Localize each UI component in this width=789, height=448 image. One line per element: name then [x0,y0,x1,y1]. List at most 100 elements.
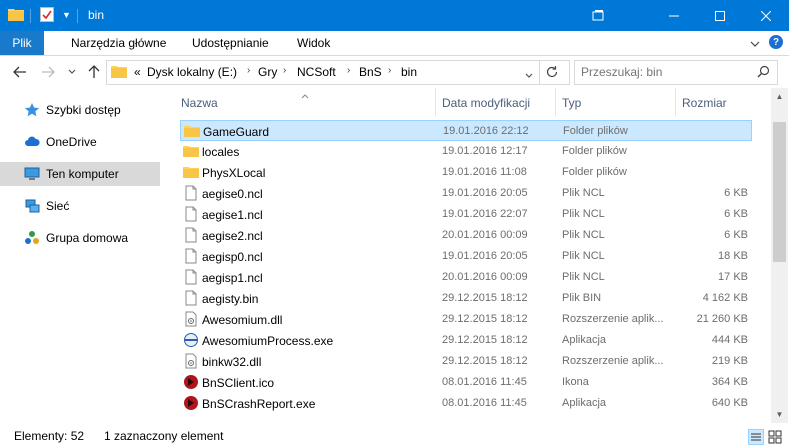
expand-ribbon-icon[interactable] [750,37,760,51]
file-row[interactable]: aegisp1.ncl 20.01.2016 00:09 Plik NCL 17 KB [180,267,752,288]
ribbon-tabs: Plik Narzędzia główne Udostępnianie Wido… [0,31,789,56]
breadcrumb-separator-icon[interactable]: › [247,65,250,76]
search-box[interactable] [574,60,778,85]
navigation-pane: Szybki dostęp OneDrive Ten komputer Sieć… [0,88,168,423]
snap-icon[interactable] [592,9,604,21]
bns-icon [183,374,199,390]
file-row[interactable]: BnSClient.ico 08.01.2016 11:45 Ikona 364 KB [180,372,752,393]
breadcrumb-separator-icon[interactable]: › [347,65,350,76]
column-size[interactable]: Rozmiar [682,96,727,110]
file-date: 29.12.2015 18:12 [442,313,528,325]
column-headers: Nazwa Data modyfikacji Typ Rozmiar [170,88,770,116]
folder-icon [183,164,199,180]
nav-item-quick-access[interactable]: Szybki dostęp [0,98,160,122]
minimize-button[interactable] [651,0,697,31]
navigation-bar: « Dysk lokalny (E:) › Gry › NCSoft › BnS… [0,56,789,88]
column-type[interactable]: Typ [562,96,581,110]
recent-locations-button[interactable] [64,64,80,80]
column-divider[interactable] [675,88,676,116]
file-name: binkw32.dll [202,355,262,369]
separator [30,9,31,23]
file-row[interactable]: AwesomiumProcess.exe 29.12.2015 18:12 Apli… [180,330,752,351]
address-bar[interactable]: « Dysk lokalny (E:) › Gry › NCSoft › BnS… [106,60,570,85]
breadcrumb-bin[interactable]: bin [401,65,417,79]
search-icon[interactable] [757,65,770,81]
tab-file[interactable]: Plik [0,31,44,55]
file-type: Aplikacja [562,334,607,346]
breadcrumb-bns[interactable]: BnS [359,65,382,79]
nav-item-homegroup[interactable]: Grupa domowa [0,226,160,250]
scroll-down-icon[interactable]: ▼ [771,406,788,423]
breadcrumb-separator-icon[interactable]: › [283,65,286,76]
file-row[interactable]: PhysXLocal 19.01.2016 11:08 Folder plików [180,162,752,183]
properties-icon[interactable] [40,7,54,22]
file-date: 20.01.2016 00:09 [442,271,528,283]
address-dropdown-icon[interactable] [525,68,533,82]
file-row[interactable]: locales 19.01.2016 12:17 Folder plików [180,141,752,162]
breadcrumb-gry[interactable]: Gry [258,65,277,79]
breadcrumb-overflow[interactable]: « [134,65,141,79]
breadcrumb-ncsoft[interactable]: NCSoft [297,65,336,79]
close-button[interactable] [743,0,789,31]
back-button[interactable] [12,64,28,80]
column-divider[interactable] [555,88,556,116]
file-row[interactable]: Awesomium.dll 29.12.2015 18:12 Rozszerzeni… [180,309,752,330]
scroll-up-icon[interactable]: ▲ [771,88,788,105]
nav-item-network[interactable]: Sieć [0,194,160,218]
breadcrumb-drive[interactable]: Dysk lokalny (E:) [147,65,237,79]
file-size: 17 KB [718,271,748,283]
file-row[interactable]: GameGuard 19.01.2016 22:12 Folder plików [180,120,752,141]
refresh-icon[interactable] [545,65,559,82]
file-date: 29.12.2015 18:12 [442,292,528,304]
dll-icon [183,311,199,327]
search-input[interactable] [581,64,751,79]
separator [539,61,540,84]
file-size: 4 162 KB [702,292,748,304]
nav-item-onedrive[interactable]: OneDrive [0,130,160,154]
forward-button[interactable] [40,64,56,80]
file-name: PhysXLocal [202,166,266,180]
breadcrumb-separator-icon[interactable]: › [388,65,391,76]
scroll-thumb[interactable] [773,122,786,262]
file-name: aegise0.ncl [202,187,263,201]
status-bar: Elementy: 52 1 zaznaczony element [0,423,789,447]
tab-share[interactable]: Udostępnianie [192,36,269,50]
file-row[interactable]: aegisp0.ncl 19.01.2016 20:05 Plik NCL 18 KB [180,246,752,267]
file-type: Rozszerzenie aplik... [562,355,664,367]
dll-icon [183,353,199,369]
qa-dropdown-icon[interactable]: ▼ [62,10,71,20]
file-name: aegisp0.ncl [202,250,263,264]
file-type: Plik BIN [562,292,602,304]
tab-home[interactable]: Narzędzia główne [71,36,166,50]
item-count: Elementy: 52 [14,429,85,443]
help-icon[interactable]: ? [769,35,783,49]
nav-item-label: Sieć [46,199,70,213]
file-date: 19.01.2016 11:08 [442,166,527,178]
file-type: Ikona [562,376,589,388]
large-icons-view-icon[interactable] [767,429,783,445]
details-view-icon[interactable] [748,429,764,445]
file-type: Folder plików [562,145,627,157]
window-title: bin [88,8,105,22]
computer-icon [24,166,40,182]
file-row[interactable]: BnSCrashReport.exe 08.01.2016 11:45 Aplika… [180,393,752,414]
file-row[interactable]: binkw32.dll 29.12.2015 18:12 Rozszerzenie … [180,351,752,372]
column-divider[interactable] [435,88,436,116]
file-name: AwesomiumProcess.exe [202,334,334,348]
column-name[interactable]: Nazwa [181,96,218,110]
file-icon [183,206,199,222]
file-type: Aplikacja [562,397,607,409]
nav-item-this-pc[interactable]: Ten komputer [0,162,160,186]
maximize-button[interactable] [697,0,743,31]
file-row[interactable]: aegisty.bin 29.12.2015 18:12 Plik BIN 4 162… [180,288,752,309]
file-row[interactable]: aegise2.ncl 20.01.2016 00:09 Plik NCL 6 KB [180,225,752,246]
column-date[interactable]: Data modyfikacji [442,96,530,110]
file-date: 08.01.2016 11:45 [442,376,527,388]
file-name: BnSCrashReport.exe [202,397,316,411]
file-row[interactable]: aegise0.ncl 19.01.2016 20:05 Plik NCL 6 KB [180,183,752,204]
up-button[interactable] [86,64,102,80]
file-type: Folder plików [562,166,627,178]
vertical-scrollbar[interactable]: ▲ ▼ [771,88,788,423]
tab-view[interactable]: Widok [297,36,330,50]
file-row[interactable]: aegise1.ncl 19.01.2016 22:07 Plik NCL 6 KB [180,204,752,225]
